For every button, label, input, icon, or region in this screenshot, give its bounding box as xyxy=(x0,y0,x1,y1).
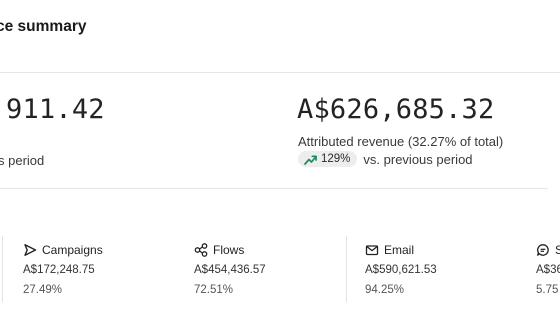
channel-revenue: A$172,248.75 xyxy=(23,264,95,276)
channel-revenue: A$36 xyxy=(536,264,560,276)
summary-divider xyxy=(0,188,548,189)
channel-flows: Flows A$454,436.57 72.51% xyxy=(194,243,266,296)
summary-left-amount: 911.42 xyxy=(6,94,105,125)
channel-share: 94.25% xyxy=(365,284,405,296)
channel-revenue: A$454,436.57 xyxy=(194,264,266,276)
attributed-revenue-label: Attributed revenue (32.27% of total) xyxy=(298,134,504,149)
sms-icon xyxy=(536,243,550,257)
channel-email: Email A$590,621.53 94.25% xyxy=(365,243,437,296)
summary-left-comparison: s period xyxy=(0,153,45,168)
mail-icon xyxy=(365,243,379,257)
trend-badge: 129% xyxy=(298,151,358,167)
trend-percent: 129% xyxy=(321,153,351,165)
channel-share: 27.49% xyxy=(23,284,63,296)
channel-revenue: A$590,621.53 xyxy=(365,264,437,276)
trend-up-icon xyxy=(304,154,317,165)
header-divider xyxy=(0,72,560,73)
page-title: ce summary xyxy=(0,18,87,35)
channel-divider xyxy=(346,236,347,302)
channel-name: Email xyxy=(384,243,415,257)
flow-icon xyxy=(194,243,208,257)
channel-name: S xyxy=(555,243,560,257)
channel-divider xyxy=(2,236,3,302)
channel-share: 72.51% xyxy=(194,284,234,296)
channel-sms: S A$36 5.75 xyxy=(536,243,560,296)
channel-share: 5.75 xyxy=(536,284,559,296)
trend-comparison-text: vs. previous period xyxy=(363,151,473,167)
send-icon xyxy=(23,243,37,257)
attributed-revenue-amount: A$626,685.32 xyxy=(297,94,495,125)
channel-campaigns: Campaigns A$172,248.75 27.49% xyxy=(23,243,103,296)
trend-row: 129% vs. previous period xyxy=(298,151,473,167)
channel-name: Campaigns xyxy=(42,243,103,257)
channel-name: Flows xyxy=(213,243,245,257)
